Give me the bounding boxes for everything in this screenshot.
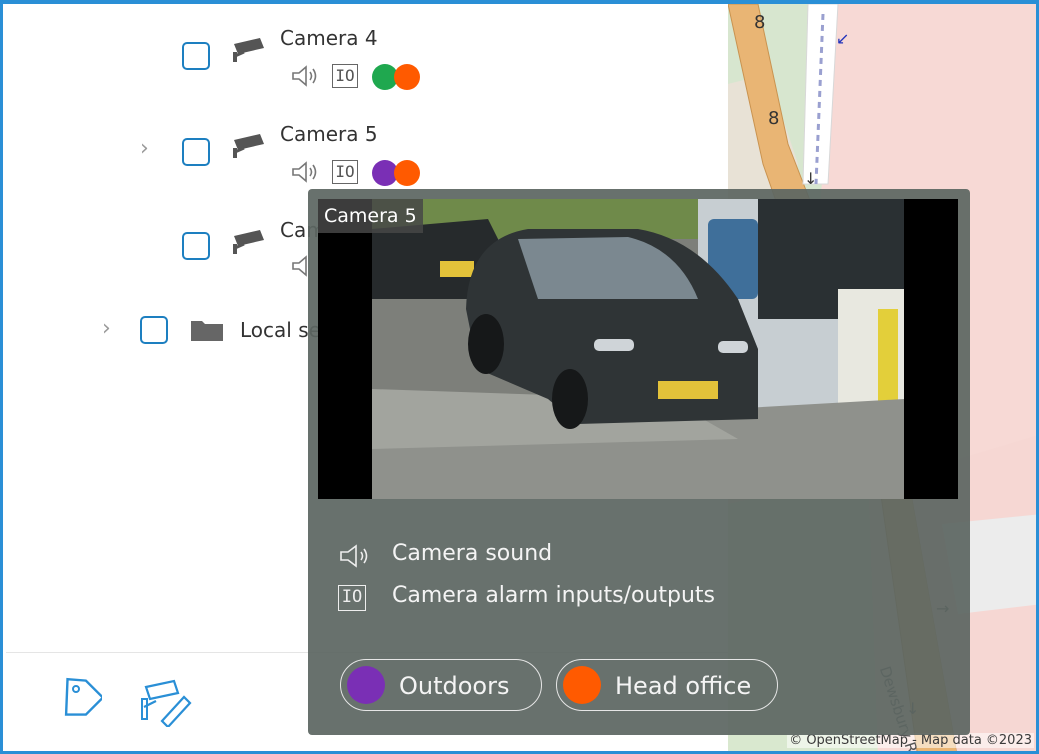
tag-label: Head office bbox=[615, 672, 752, 700]
camera-4-checkbox[interactable] bbox=[182, 42, 210, 70]
camera-video-preview[interactable]: Camera 5 bbox=[318, 199, 958, 499]
camera-6-checkbox[interactable] bbox=[182, 232, 210, 260]
camera-edit-icon[interactable] bbox=[136, 677, 192, 727]
tag-dot-orange bbox=[394, 64, 420, 90]
speaker-icon bbox=[340, 544, 368, 568]
local-server-checkbox[interactable] bbox=[140, 316, 168, 344]
speaker-icon bbox=[292, 65, 317, 87]
io-icon: IO bbox=[332, 64, 358, 88]
tag-label: Outdoors bbox=[399, 672, 510, 700]
svg-text:8: 8 bbox=[754, 12, 765, 33]
svg-text:8: 8 bbox=[768, 108, 779, 129]
folder-icon bbox=[191, 321, 223, 341]
tag-icon[interactable] bbox=[50, 675, 102, 723]
camera-4-label[interactable]: Camera 4 bbox=[280, 26, 378, 50]
expand-chevron-icon[interactable]: › bbox=[140, 138, 149, 160]
camera-icon bbox=[233, 38, 264, 62]
svg-text:↙: ↙ bbox=[836, 29, 849, 48]
legend-camera-sound-label: Camera sound bbox=[392, 541, 553, 566]
camera-5-label[interactable]: Camera 5 bbox=[280, 122, 378, 146]
camera-icon bbox=[233, 134, 264, 158]
speaker-icon bbox=[292, 161, 317, 183]
io-icon: IO bbox=[338, 585, 366, 611]
tag-color-dot bbox=[347, 666, 385, 704]
io-icon: IO bbox=[332, 160, 358, 184]
tag-color-dot bbox=[563, 666, 601, 704]
tag-head-office[interactable]: Head office bbox=[556, 659, 778, 711]
camera-5-checkbox[interactable] bbox=[182, 138, 210, 166]
expand-chevron-icon[interactable]: › bbox=[102, 318, 111, 340]
video-title: Camera 5 bbox=[318, 199, 423, 233]
legend-alarm-io-label: Camera alarm inputs/outputs bbox=[392, 583, 715, 608]
tag-outdoors[interactable]: Outdoors bbox=[340, 659, 542, 711]
camera-preview-popup: Camera 5 Camera sound IO Camera alarm in… bbox=[308, 189, 970, 735]
svg-text:↓: ↓ bbox=[804, 169, 817, 188]
camera-icon bbox=[233, 230, 264, 254]
video-frame bbox=[318, 199, 958, 499]
tag-dot-orange bbox=[394, 160, 420, 186]
app-window: 8 8 ↓ ↙ → ↓ © OpenStreetMap - Map data ©… bbox=[0, 0, 1039, 754]
